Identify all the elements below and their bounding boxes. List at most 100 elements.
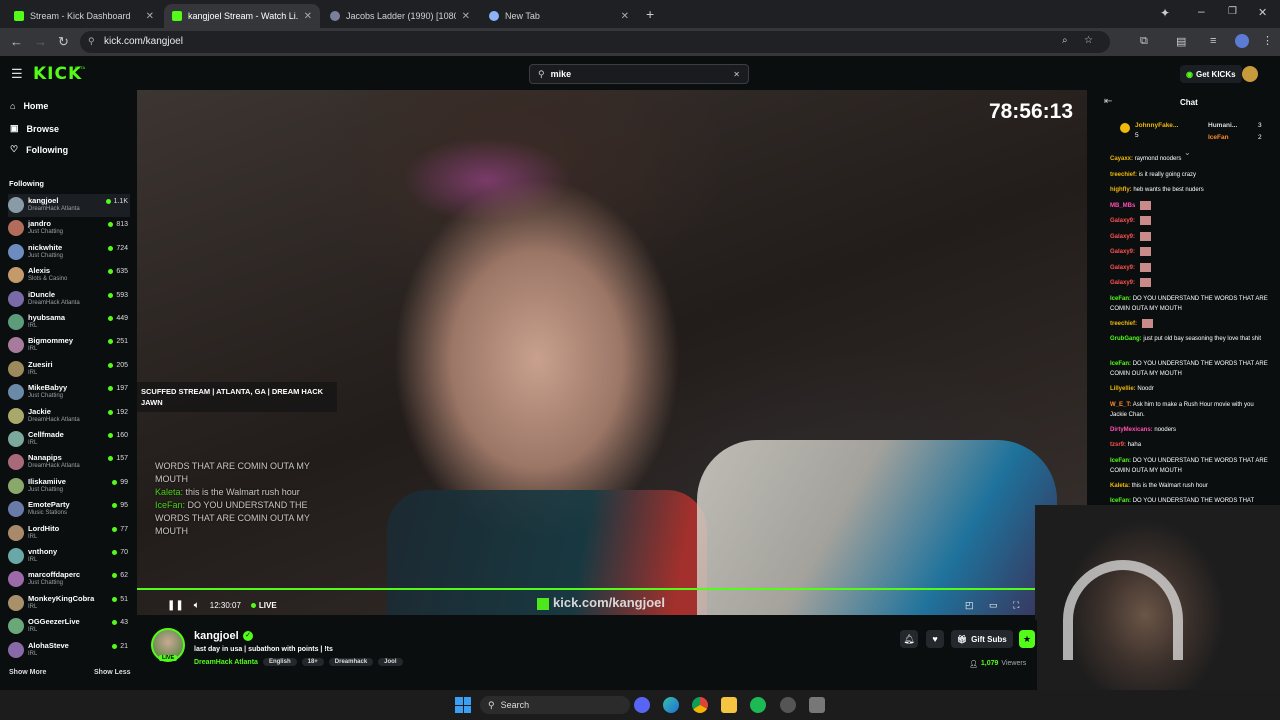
chat-username[interactable]: highfly: xyxy=(1110,187,1132,193)
pip-icon[interactable]: ◰ xyxy=(965,600,974,611)
tag-mature[interactable]: 18+ xyxy=(301,658,324,666)
chat-username[interactable]: Kaleta: xyxy=(1110,483,1130,489)
chat-username[interactable]: MB_MBs xyxy=(1110,203,1135,209)
sidebar-item-browse[interactable]: ▣ Browse xyxy=(10,123,59,134)
reload-icon[interactable]: ↻ xyxy=(58,34,69,50)
back-icon[interactable]: ← xyxy=(10,34,23,49)
following-item[interactable]: hyubsama IRL 449 xyxy=(8,311,130,334)
tag-jool[interactable]: Jool xyxy=(378,658,403,666)
following-item[interactable]: iDuncle DreamHack Atlanta 593 xyxy=(8,288,130,311)
zoom-icon[interactable]: ⌕ xyxy=(1062,35,1068,46)
edge-icon[interactable] xyxy=(663,697,679,713)
gifter-name[interactable]: Humani... xyxy=(1208,122,1237,129)
chat-username[interactable]: Galaxy9: xyxy=(1110,218,1135,224)
video-player[interactable]: 78:56:13 SCUFFED STREAM | ATLANTA, GA | … xyxy=(137,90,1087,615)
taskbar-search[interactable]: ⚲ Search xyxy=(480,696,630,714)
following-item[interactable]: MikeBabyy Just Chatting 197 xyxy=(8,381,130,404)
following-item[interactable]: Cellfmade IRL 160 xyxy=(8,428,130,451)
following-item[interactable]: Zuesiri IRL 205 xyxy=(8,358,130,381)
gift-subs-button[interactable]: 🎁︎ Gift Subs xyxy=(951,630,1013,648)
profile-avatar[interactable] xyxy=(1235,34,1249,48)
tab-kangjoel-stream[interactable]: kangjoel Stream - Watch Li... ✕ xyxy=(164,4,320,28)
volume-icon[interactable]: 🔈︎ xyxy=(194,600,200,611)
chat-username[interactable]: Galaxy9: xyxy=(1110,234,1135,240)
extension-sparkle-icon[interactable]: ✦ xyxy=(1160,6,1170,20)
maximize-icon[interactable]: ❐ xyxy=(1228,6,1237,17)
chat-username[interactable]: Galaxy9: xyxy=(1110,265,1135,271)
following-item[interactable]: Nanapips DreamHack Atlanta 157 xyxy=(8,451,130,474)
chat-username[interactable]: IceFan: xyxy=(1110,498,1131,504)
following-item[interactable]: Jackie DreamHack Atlanta 192 xyxy=(8,405,130,428)
close-icon[interactable]: ✕ xyxy=(146,11,154,22)
video-progress-bar[interactable] xyxy=(137,588,1037,590)
sidebar-item-home[interactable]: ⌂ Home xyxy=(10,101,48,111)
minimize-icon[interactable]: – xyxy=(1198,4,1205,18)
chat-username[interactable]: W_E_T: xyxy=(1110,402,1131,408)
sidebar-item-following[interactable]: ♡ Following xyxy=(10,144,68,155)
tag-dreamhack[interactable]: Dreamhack xyxy=(328,658,374,666)
spotify-icon[interactable] xyxy=(750,697,766,713)
gifter-name[interactable]: IceFan xyxy=(1208,134,1229,141)
fullscreen-icon[interactable]: ⛶ xyxy=(1013,600,1019,611)
new-tab-plus-icon[interactable]: + xyxy=(646,6,654,22)
file-explorer-icon[interactable] xyxy=(721,697,737,713)
hamburger-menu-icon[interactable]: ☰ xyxy=(11,66,23,82)
tab-kick-dashboard[interactable]: Stream - Kick Dashboard ✕ xyxy=(6,4,162,28)
chat-username[interactable]: Galaxy9: xyxy=(1110,249,1135,255)
chrome-icon[interactable] xyxy=(692,697,708,713)
following-item[interactable]: jandro Just Chatting 813 xyxy=(8,217,130,240)
following-item[interactable]: OGGeezerLive IRL 43 xyxy=(8,615,130,638)
chat-username[interactable]: IceFan: xyxy=(1110,361,1131,367)
show-more-button[interactable]: Show More xyxy=(9,669,46,676)
following-item[interactable]: Bigmommey IRL 251 xyxy=(8,334,130,357)
following-item[interactable]: LordHito IRL 77 xyxy=(8,522,130,545)
reading-list-icon[interactable]: ≡ xyxy=(1210,35,1216,47)
chat-username[interactable]: IceFan: xyxy=(1110,296,1131,302)
url-field[interactable]: ⚲ kick.com/kangjoel ☆ ⌕ xyxy=(80,31,1110,53)
tab-jacobs-ladder[interactable]: Jacobs Ladder (1990) [1080p]... ✕ xyxy=(322,4,478,28)
user-avatar[interactable] xyxy=(1242,66,1258,82)
chat-username[interactable]: treechief: xyxy=(1110,321,1137,327)
extensions-icon[interactable]: ⧉ xyxy=(1140,35,1148,48)
discord-icon[interactable] xyxy=(634,697,650,713)
chat-username[interactable]: tzsr9: xyxy=(1110,442,1126,448)
live-indicator[interactable]: LIVE xyxy=(250,601,277,610)
bookmark-star-icon[interactable]: ☆ xyxy=(1084,35,1093,46)
chat-username[interactable]: IceFan: xyxy=(1110,458,1131,464)
get-kicks-button[interactable]: ◉ Get KICKs xyxy=(1180,65,1242,83)
chat-username[interactable]: GrubGang: xyxy=(1110,336,1142,342)
following-item[interactable]: marcoffdaperc Just Chatting 62 xyxy=(8,568,130,591)
chat-username[interactable]: Galaxy9: xyxy=(1110,280,1135,286)
site-info-icon[interactable]: ⚲ xyxy=(88,36,95,47)
close-icon[interactable]: ✕ xyxy=(621,11,629,22)
clear-search-icon[interactable]: ✕ xyxy=(733,70,740,79)
chat-username[interactable]: DirtyMexicans: xyxy=(1110,427,1153,433)
theater-mode-icon[interactable]: ▭ xyxy=(989,600,998,611)
close-icon[interactable]: ✕ xyxy=(304,11,312,22)
pause-icon[interactable]: ❚❚ xyxy=(167,600,184,611)
chat-username[interactable]: Cayaxx: xyxy=(1110,156,1133,162)
category-link[interactable]: DreamHack Atlanta xyxy=(194,659,258,666)
close-icon[interactable]: ✕ xyxy=(462,11,470,22)
show-less-button[interactable]: Show Less xyxy=(94,669,131,676)
following-item[interactable]: EmoteParty Music Stations 95 xyxy=(8,498,130,521)
tab-new-tab[interactable]: New Tab ✕ xyxy=(481,4,637,28)
collapse-chat-icon[interactable]: ⇤ xyxy=(1104,96,1112,107)
obs-icon[interactable] xyxy=(780,697,796,713)
window-close-icon[interactable]: ✕ xyxy=(1258,6,1267,19)
following-item[interactable]: Alexis Slots & Casino 635 xyxy=(8,264,130,287)
chat-username[interactable]: treechief: xyxy=(1110,172,1137,178)
notifications-button[interactable]: 🔔︎ xyxy=(900,630,918,648)
gifter-name[interactable]: JohnnyFake... xyxy=(1135,122,1178,129)
following-item[interactable]: vnthony IRL 70 xyxy=(8,545,130,568)
search-input[interactable]: ⚲ mike ✕ xyxy=(529,64,749,84)
following-item[interactable]: kangjoel DreamHack Atlanta 1.1K xyxy=(8,194,130,217)
follow-button[interactable]: ♥ xyxy=(926,630,944,648)
following-item[interactable]: nickwhite Just Chatting 724 xyxy=(8,241,130,264)
subscribe-button[interactable]: ★ xyxy=(1019,630,1035,648)
following-item[interactable]: MonkeyKingCobra IRL 51 xyxy=(8,592,130,615)
following-item[interactable]: AlohaSteve IRL 21 xyxy=(8,639,130,662)
windows-start-icon[interactable] xyxy=(455,697,471,713)
chat-username[interactable]: Lillyellie: xyxy=(1110,386,1136,392)
forward-icon[interactable]: → xyxy=(34,34,47,49)
